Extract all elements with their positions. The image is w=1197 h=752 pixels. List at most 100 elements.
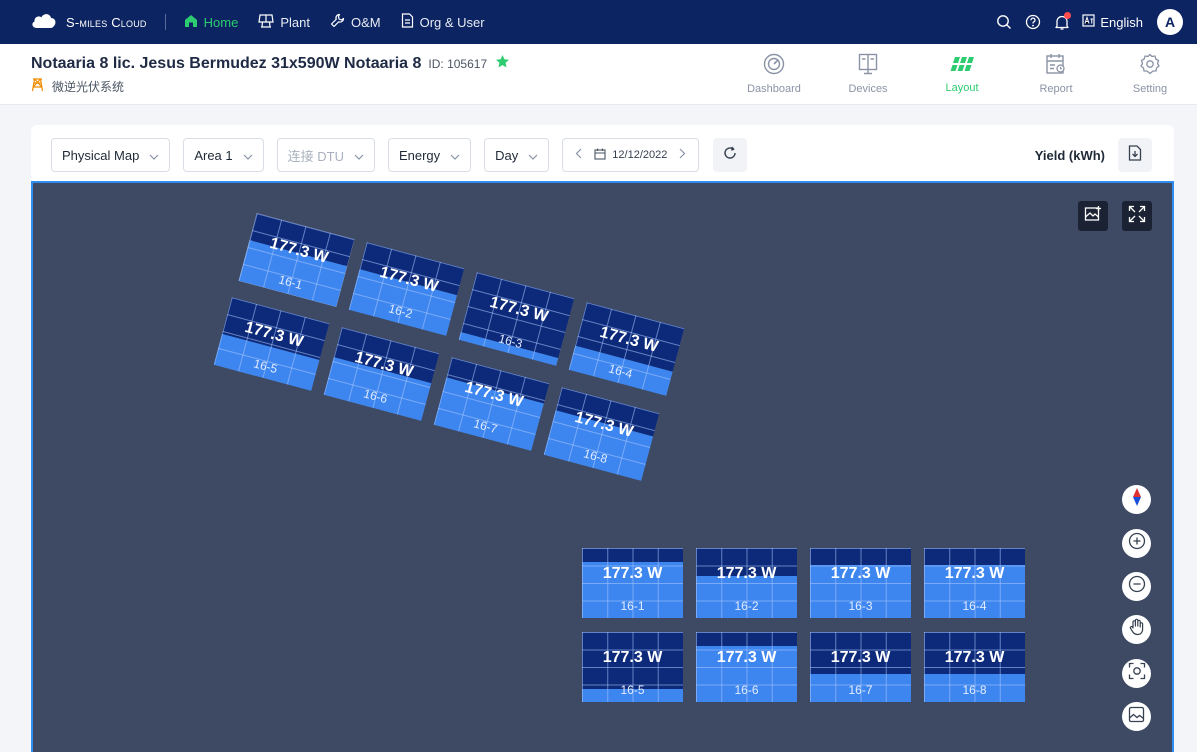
chevron-down-icon bbox=[450, 148, 460, 163]
calendar-icon bbox=[594, 148, 606, 163]
solar-panel[interactable]: 177.3 W 16-4 bbox=[924, 548, 1025, 618]
nav-item-home[interactable]: Home bbox=[184, 14, 239, 31]
help-icon[interactable] bbox=[1023, 12, 1043, 32]
compass-button[interactable] bbox=[1122, 485, 1151, 514]
nav-item-label: Home bbox=[203, 14, 239, 30]
tab-report[interactable]: Report bbox=[1009, 44, 1103, 104]
solar-panel[interactable]: 177.3 W 16-6 bbox=[696, 632, 797, 702]
metric-value: Energy bbox=[398, 147, 441, 163]
nav-item-plant[interactable]: Plant bbox=[258, 13, 310, 31]
devices-icon bbox=[858, 53, 878, 83]
panel-id: 16-6 bbox=[734, 683, 759, 697]
brand-name: S-miles Cloud bbox=[66, 14, 147, 30]
solar-panel[interactable]: 177.3 W 16-3 bbox=[810, 548, 911, 618]
area-select[interactable]: Area 1 bbox=[183, 138, 264, 172]
document-icon bbox=[401, 13, 420, 31]
grid-panel-layer: 177.3 W 16-1 177.3 W 16-2 177.3 W 16-3 177.3 W… bbox=[33, 183, 1172, 752]
period-value: Day bbox=[495, 147, 519, 163]
tab-label: Setting bbox=[1132, 83, 1168, 95]
star-icon[interactable] bbox=[495, 54, 510, 74]
brand[interactable]: S-miles Cloud bbox=[30, 11, 147, 34]
panel-power: 177.3 W bbox=[830, 565, 891, 582]
plant-icon bbox=[258, 13, 280, 31]
image-settings-button[interactable] bbox=[1078, 201, 1108, 231]
panel-id: 16-7 bbox=[848, 683, 873, 697]
solar-panel[interactable]: 177.3 W 16-8 bbox=[924, 632, 1025, 702]
solar-panel[interactable]: 177.3 W 16-7 bbox=[810, 632, 911, 702]
language-icon bbox=[1082, 14, 1100, 30]
layout-toolbar: Physical Map Area 1 连接 DTU Energy Day 12… bbox=[51, 138, 748, 172]
gear-icon bbox=[1139, 53, 1161, 83]
tab-dashboard[interactable]: Dashboard bbox=[727, 44, 821, 104]
chevron-down-icon bbox=[149, 148, 159, 163]
solar-panel[interactable]: 177.3 W 16-2 bbox=[696, 548, 797, 618]
solar-panel[interactable]: 177.3 W 16-5 bbox=[582, 632, 683, 702]
language-selector[interactable]: English bbox=[1082, 14, 1143, 30]
plant-type: 微逆光伏系统 bbox=[31, 78, 124, 95]
panel-id: 16-4 bbox=[962, 599, 987, 613]
panel-id: 16-3 bbox=[848, 599, 873, 613]
physical-map[interactable]: 177.3 W 16-1 177.3 W 16-2 177.3 W 16-3 177.3 W… bbox=[31, 181, 1174, 752]
image-edit-icon bbox=[1084, 205, 1102, 228]
chevron-down-icon bbox=[354, 148, 364, 163]
metric-select[interactable]: Energy bbox=[387, 138, 472, 172]
pan-button[interactable] bbox=[1122, 615, 1151, 644]
tab-devices[interactable]: Devices bbox=[821, 44, 915, 104]
background-image-button[interactable] bbox=[1122, 702, 1151, 731]
nav-item-label: Org & User bbox=[419, 14, 485, 30]
plant-type-label: 微逆光伏系统 bbox=[52, 80, 125, 94]
zoom-in-button[interactable] bbox=[1122, 529, 1151, 558]
zoom-out-button[interactable] bbox=[1122, 572, 1151, 601]
tab-setting[interactable]: Setting bbox=[1103, 44, 1197, 104]
nav-item-om[interactable]: O&M bbox=[330, 13, 381, 31]
tab-label: Layout bbox=[945, 82, 979, 94]
panel-power: 177.3 W bbox=[602, 649, 663, 666]
panel-power: 177.3 W bbox=[830, 649, 891, 666]
fullscreen-button[interactable] bbox=[1122, 201, 1152, 231]
map-type-value: Physical Map bbox=[62, 147, 140, 163]
chevron-left-icon[interactable] bbox=[575, 148, 582, 162]
focus-icon bbox=[1128, 662, 1146, 685]
tab-label: Dashboard bbox=[747, 83, 801, 95]
brand-divider bbox=[164, 14, 166, 30]
tab-label: Devices bbox=[848, 83, 888, 95]
tab-layout[interactable]: Layout bbox=[915, 44, 1009, 104]
panel-power: 177.3 W bbox=[716, 649, 777, 666]
fit-view-button[interactable] bbox=[1122, 659, 1151, 688]
export-button[interactable] bbox=[1118, 138, 1152, 172]
area-value: Area 1 bbox=[194, 147, 233, 163]
period-select[interactable]: Day bbox=[484, 138, 550, 172]
compass-icon bbox=[1132, 487, 1142, 512]
chevron-right-icon[interactable] bbox=[679, 148, 686, 162]
plant-name: Notaaria 8 lic. Jesus Bermudez 31x590W N… bbox=[31, 55, 422, 72]
nav-item-org-user[interactable]: Org & User bbox=[401, 13, 485, 31]
chevron-down-icon bbox=[528, 148, 538, 163]
panel-id: 16-2 bbox=[734, 599, 759, 613]
search-icon[interactable] bbox=[994, 12, 1014, 32]
yield-label: Yield (kWh) bbox=[1034, 148, 1105, 163]
nav-right-tools: English A bbox=[985, 0, 1183, 44]
expand-icon bbox=[1128, 205, 1146, 228]
panel-id: 16-5 bbox=[620, 683, 645, 697]
plant-id: ID: 105617 bbox=[428, 57, 488, 71]
panel-power: 177.3 W bbox=[716, 565, 777, 582]
avatar[interactable]: A bbox=[1157, 9, 1183, 35]
dtu-select[interactable]: 连接 DTU bbox=[276, 138, 375, 172]
date-picker[interactable]: 12/12/2022 bbox=[562, 138, 700, 172]
zoom-out-icon bbox=[1128, 575, 1146, 598]
nav-item-label: Plant bbox=[280, 14, 310, 30]
top-nav: S-miles Cloud Home Plant O&M Org & User … bbox=[0, 0, 1197, 44]
nav-item-label: O&M bbox=[350, 14, 381, 30]
bell-icon[interactable] bbox=[1052, 12, 1072, 32]
panel-id: 16-8 bbox=[962, 683, 987, 697]
plant-tabs: Dashboard Devices Layout Report Setting bbox=[727, 44, 1197, 104]
cloud-logo-icon bbox=[30, 11, 58, 34]
layout-icon bbox=[950, 54, 974, 82]
refresh-button[interactable] bbox=[713, 138, 748, 172]
layout-card: Physical Map Area 1 连接 DTU Energy Day 12… bbox=[31, 125, 1174, 752]
map-type-select[interactable]: Physical Map bbox=[51, 138, 171, 172]
panel-power: 177.3 W bbox=[944, 565, 1005, 582]
solar-panel[interactable]: 177.3 W 16-1 bbox=[582, 548, 683, 618]
date-value: 12/12/2022 bbox=[612, 149, 668, 161]
dashboard-icon bbox=[763, 53, 785, 83]
